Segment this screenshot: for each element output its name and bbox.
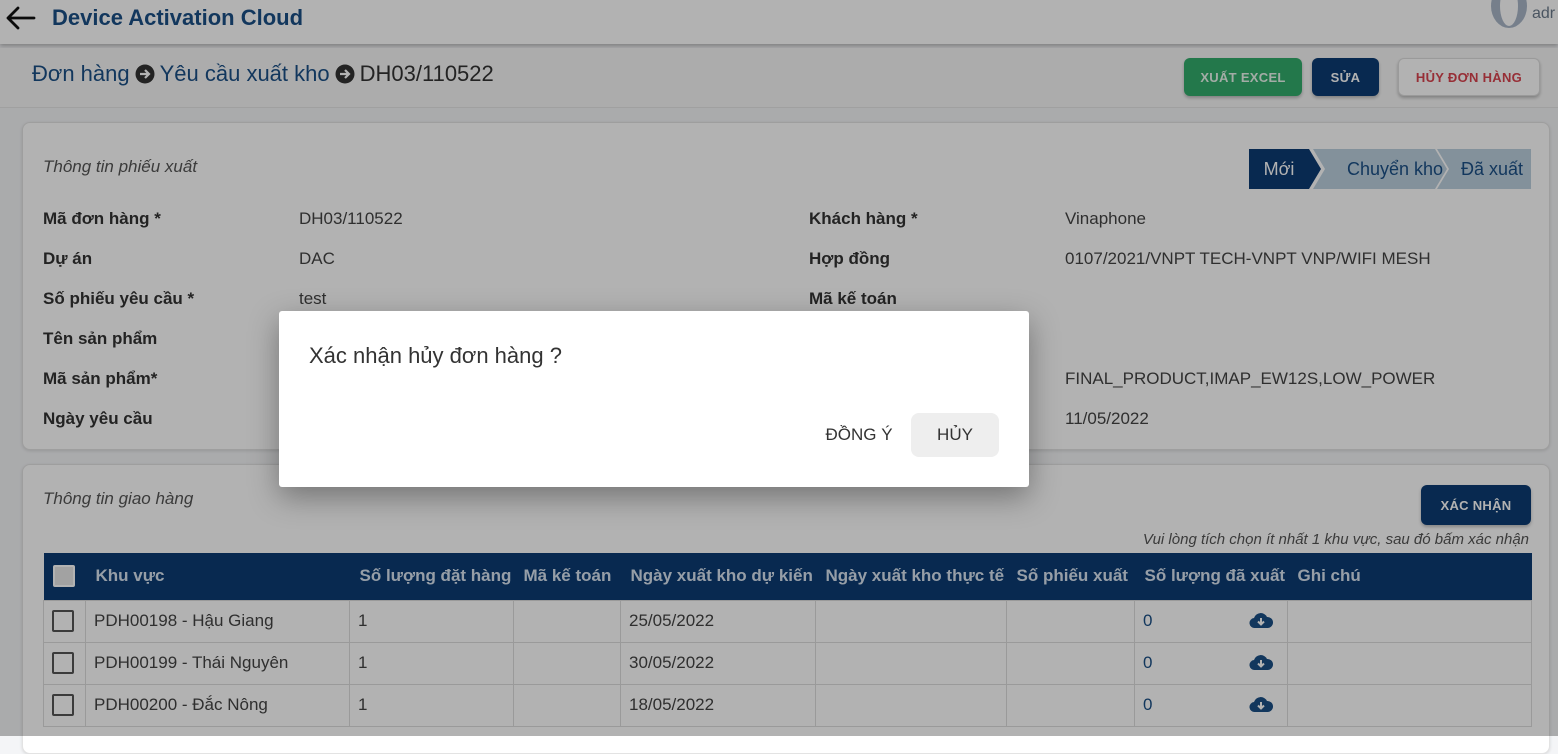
dialog-agree-button[interactable]: ĐỒNG Ý: [815, 413, 903, 457]
dialog-cancel-button[interactable]: HỦY: [911, 413, 999, 457]
confirm-cancel-dialog: Xác nhận hủy đơn hàng ? ĐỒNG Ý HỦY: [279, 311, 1029, 487]
dialog-message: Xác nhận hủy đơn hàng ?: [309, 343, 562, 368]
